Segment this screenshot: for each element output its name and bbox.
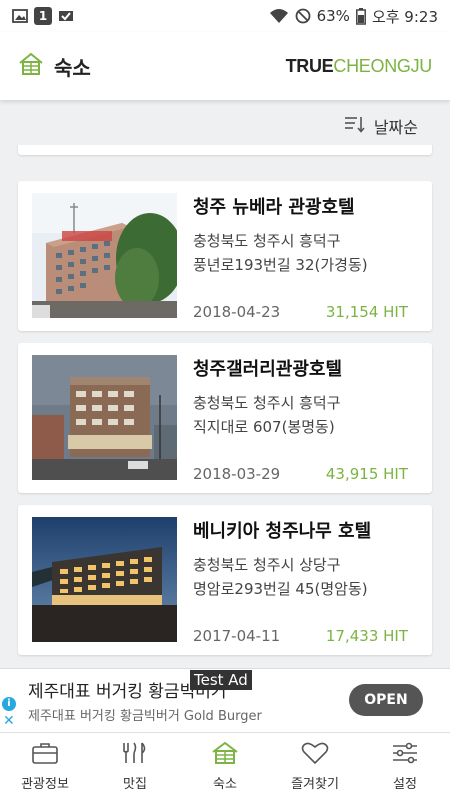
image-notification-icon [12,9,28,23]
address-line-1: 충청북도 청주시 상당구 [193,556,341,574]
nav-label: 숙소 [213,777,237,792]
nav-settings[interactable]: 설정 [360,733,450,800]
briefcase-icon [31,741,59,765]
card-body: 청주 뉴베라 관광호텔 충청북도 청주시 흥덕구 풍년로193번길 32(가경동… [193,195,412,277]
app-title-wrap: 숙소 [18,52,91,81]
nav-label: 설정 [393,777,417,792]
post-date: 2018-04-23 [193,303,281,321]
nav-label: 맛집 [123,777,147,792]
bottom-nav: 관광정보 맛집 숙소 즐겨찾기 설정 [0,732,450,800]
nav-tourism-info[interactable]: 관광정보 [0,733,90,800]
ad-close-icon[interactable]: ✕ [3,713,15,729]
do-not-disturb-icon [295,8,311,24]
address-line-2: 직지대로 607(봉명동) [193,418,335,436]
utensils-icon [120,741,150,765]
nav-label: 관광정보 [21,777,69,792]
true-cheongju-logo: TRUECHEONGJU [285,55,433,77]
list-item[interactable]: 베니키아 청주나무 호텔 충청북도 청주시 상당구 명암로293번길 45(명암… [18,505,432,655]
hit-count: 43,915 HIT [325,465,408,483]
status-right: 63% 오후 9:23 [269,6,438,27]
logo-true-text: TRUE [285,55,334,76]
list-item-partial[interactable] [18,145,432,155]
clock: 오후 9:23 [371,7,438,26]
post-date: 2018-03-29 [193,465,281,483]
app-bar: 숙소 TRUECHEONGJU [0,32,450,100]
post-date: 2017-04-11 [193,627,281,645]
hit-count: 31,154 HIT [325,303,408,321]
notification-count-badge: 1 [34,7,52,25]
ad-info-icon[interactable]: i [2,697,16,711]
battery-percent: 63% [316,7,350,25]
logo-cheongju-text: CHEONGJU [333,55,432,76]
sort-button[interactable]: 날짜순 [344,114,418,138]
nav-restaurants[interactable]: 맛집 [90,733,180,800]
sort-label: 날짜순 [373,118,418,137]
address-line-2: 풍년로193번길 32(가경동) [193,256,368,274]
hotel-name: 청주 뉴베라 관광호텔 [193,197,355,218]
sliders-icon [391,741,419,765]
list-item[interactable]: 청주갤러리관광호텔 충청북도 청주시 흥덕구 직지대로 607(봉명동) 201… [18,343,432,493]
check-notification-icon [58,9,74,23]
card-footer: 2018-03-29 43,915 HIT [193,465,408,483]
house-icon [18,52,44,80]
hotel-thumbnail [32,355,177,480]
hotel-name: 베니키아 청주나무 호텔 [193,521,372,542]
heart-icon [301,741,329,765]
list-item[interactable]: 청주 뉴베라 관광호텔 충청북도 청주시 흥덕구 풍년로193번길 32(가경동… [18,181,432,331]
card-body: 청주갤러리관광호텔 충청북도 청주시 흥덕구 직지대로 607(봉명동) [193,357,412,439]
ad-subtext[interactable]: 제주대표 버거킹 황금빅버거 Gold Burger [28,705,262,724]
card-footer: 2018-04-23 31,154 HIT [193,303,408,321]
nav-favorites[interactable]: 즐겨찾기 [270,733,360,800]
test-ad-label: Test Ad [190,670,252,690]
ad-headline[interactable]: 제주대표 버거킹 황금빅버거 [28,677,328,702]
page-title: 숙소 [54,55,91,80]
address-line-2: 명암로293번길 45(명암동) [193,580,368,598]
accommodation-list[interactable]: 청주 뉴베라 관광호텔 충청북도 청주시 흥덕구 풍년로193번길 32(가경동… [0,145,450,668]
hotel-name: 청주갤러리관광호텔 [193,359,343,380]
status-bar: 1 63% 오후 9:23 [0,0,450,32]
hotel-thumbnail [32,517,177,642]
ad-banner[interactable]: i ✕ 제주대표 버거킹 황금빅버거 제주대표 버거킹 황금빅버거 Gold B… [0,668,450,732]
nav-accommodation[interactable]: 숙소 [180,733,270,800]
wifi-icon [269,8,289,24]
status-left: 1 [12,7,74,25]
hotel-thumbnail [32,193,177,318]
card-footer: 2017-04-11 17,433 HIT [193,627,408,645]
battery-icon [355,7,366,25]
house-icon [211,741,239,765]
address-line-1: 충청북도 청주시 흥덕구 [193,232,341,250]
card-body: 베니키아 청주나무 호텔 충청북도 청주시 상당구 명암로293번길 45(명암… [193,519,412,601]
address-line-1: 충청북도 청주시 흥덕구 [193,394,341,412]
hit-count: 17,433 HIT [325,627,408,645]
nav-label: 즐겨찾기 [291,777,339,792]
sort-icon [344,115,366,137]
ad-open-button[interactable]: OPEN [349,684,423,716]
